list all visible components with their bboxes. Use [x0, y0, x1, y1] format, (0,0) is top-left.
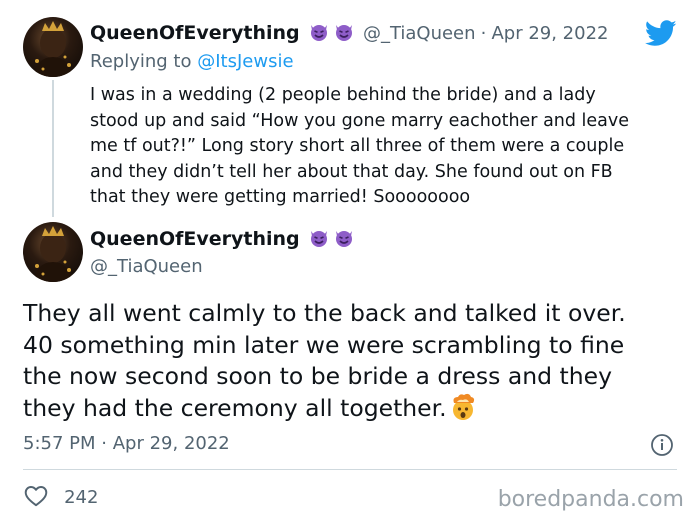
avatar-portrait-icon [33, 21, 73, 77]
replying-to-prefix: Replying to [90, 51, 192, 72]
main-handle[interactable]: @_TiaQueen [90, 256, 203, 277]
reply-display-name[interactable]: QueenOfEverything [90, 22, 300, 44]
main-text-last-line: they had the ceremony all together. [23, 393, 626, 425]
info-icon[interactable] [650, 433, 674, 457]
reply-text-line: me tf out?!” Long story short all three … [90, 136, 625, 156]
reply-text-line: that they were getting married! Sooooooo… [90, 187, 471, 207]
main-date[interactable]: Apr 29, 2022 [113, 433, 230, 454]
like-count: 242 [64, 487, 99, 508]
thread-connector-line [52, 80, 54, 217]
reply-text-line: I was in a wedding (2 people behind the … [90, 85, 596, 105]
replying-to-line: Replying to @ItsJewsie [90, 51, 294, 72]
main-time[interactable]: 5:57 PM [23, 433, 96, 454]
main-tweet-header: QueenOfEverything [90, 228, 354, 250]
avatar-main[interactable] [23, 222, 83, 282]
replying-to-handle[interactable]: @ItsJewsie [197, 51, 293, 72]
main-display-name[interactable]: QueenOfEverything [90, 228, 300, 250]
main-text-line: the now second soon to be bride a dress … [23, 362, 613, 390]
main-badge-icons [309, 230, 354, 249]
main-timestamp-separator: · [101, 433, 107, 454]
reply-tweet-header: QueenOfEverything @_TiaQueen · Apr 29, 2… [90, 22, 609, 44]
smiling-devil-emoji-icon [310, 231, 327, 247]
main-tweet-text: They all went calmly to the back and tal… [23, 298, 626, 424]
reply-text-line: and they didn’t tell her about that day.… [90, 161, 613, 182]
smiling-devil-emoji-icon [335, 231, 352, 247]
boredpanda-watermark: boredpanda.com [497, 487, 684, 512]
reply-date[interactable]: Apr 29, 2022 [491, 23, 608, 44]
reply-badge-icons [309, 24, 359, 43]
heart-icon [24, 486, 48, 507]
smiling-devil-emoji-icon [335, 25, 352, 41]
reply-text-line: stood up and said “How you gone marry ea… [90, 110, 630, 131]
avatar-portrait-icon [33, 226, 73, 282]
like-button[interactable]: 242 [23, 483, 98, 509]
reply-separator: · [480, 23, 487, 44]
main-text-line: they had the ceremony all together. [23, 393, 447, 422]
smiling-devil-emoji-icon [310, 25, 327, 41]
exploding-head-emoji-icon [452, 393, 474, 420]
reply-tweet-text: I was in a wedding (2 people behind the … [90, 83, 629, 211]
footer-divider [23, 469, 677, 470]
twitter-bird-icon[interactable] [645, 20, 677, 47]
main-text-line: They all went calmly to the back and tal… [23, 299, 626, 327]
reply-handle[interactable]: @_TiaQueen [363, 23, 476, 44]
main-text-line: 40 something min later we were scramblin… [23, 330, 625, 359]
avatar-reply[interactable] [23, 17, 83, 77]
main-timestamp: 5:57 PM · Apr 29, 2022 [23, 433, 230, 454]
